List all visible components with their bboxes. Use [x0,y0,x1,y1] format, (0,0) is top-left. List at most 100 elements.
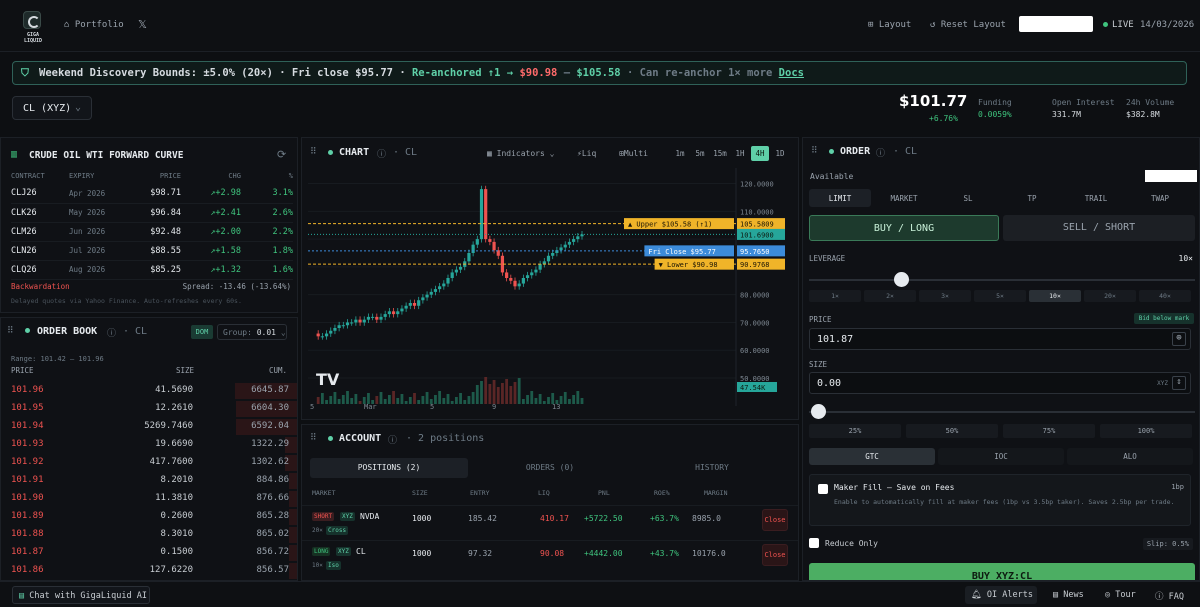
oi-alerts-button[interactable]: 🔔︎ OI Alerts [965,586,1037,604]
portfolio-link[interactable]: ⌂ Portfolio [64,20,124,30]
orderbook-row[interactable]: 101.86 127.6220 856.57 [1,562,297,580]
timeframe-4h[interactable]: 4H [751,146,769,161]
reset-layout-button[interactable]: ↺ Reset Layout [930,20,1006,30]
order-type-trail[interactable]: TRAIL [1065,189,1127,207]
orderbook-row[interactable]: 101.93 19.6690 1322.29 [1,436,297,454]
tif-ioc[interactable]: IOC [938,448,1064,465]
indicators-button[interactable]: ▦ Indicators ⌄ [487,149,554,158]
price-input[interactable]: 101.87 ⊕ [809,328,1191,350]
timeframe-1d[interactable]: 1D [771,146,789,161]
position-row[interactable]: LONG XYZ CL 10× Iso 1000 97.32 90.08 +4442.00 +43… [302,540,798,574]
position-row[interactable]: SHORT XYZ NVDA 20× Cross 1000 185.42 410.17 +572… [302,505,798,539]
order-type-twap[interactable]: TWAP [1129,189,1191,207]
leverage-option[interactable]: 3× [919,290,971,302]
maker-fill-checkbox[interactable] [818,484,828,494]
x-icon[interactable]: 𝕏 [138,18,147,31]
gigaliquid-logo[interactable] [23,11,41,29]
slippage-setting[interactable]: Slip: 0.5% [1142,538,1193,550]
date-label: 14/03/2026 [1140,20,1195,30]
tour-button[interactable]: ◎ Tour [1099,586,1136,604]
orderbook-row[interactable]: 101.90 11.3810 876.66 [1,490,297,508]
leverage-option[interactable]: 20× [1084,290,1136,302]
ai-chat-button[interactable]: ▤ Chat with GigaLiquid AI [12,586,150,604]
size-slider-thumb[interactable] [811,404,826,419]
leverage-value: 10× [1178,254,1193,263]
fri-close-value: 95.7650 [740,248,770,256]
orderbook-row[interactable]: 101.94 5269.7460 6592.04 [1,418,297,436]
leverage-slider-thumb[interactable] [894,272,909,287]
tab-orders[interactable]: ORDERS (0) [480,463,620,472]
tab-history[interactable]: HISTORY [642,463,782,472]
sell-short-button[interactable]: SELL / SHORT [1003,215,1195,241]
volume-bar [563,392,567,404]
news-button[interactable]: ▤ News [1047,586,1084,604]
leverage-slider-track[interactable] [809,279,1195,281]
tab-positions[interactable]: POSITIONS (2) [310,458,468,478]
side-badge: LONG [312,547,331,556]
order-type-tp[interactable]: TP [1001,189,1063,207]
orderbook-row[interactable]: 101.96 41.5690 6645.87 [1,382,297,400]
drag-handle-icon[interactable]: ⠿ [310,147,317,157]
price-chart[interactable]: 120.0000 110.0000 80.0000 70.0000 60.0000 50.… [302,168,798,420]
leverage-option[interactable]: 2× [864,290,916,302]
size-percent-option[interactable]: 75% [1003,424,1095,438]
tif-gtc[interactable]: GTC [809,448,935,465]
candle-body [567,241,572,245]
size-percent-option[interactable]: 50% [906,424,998,438]
leverage-option[interactable]: 1× [809,290,861,302]
order-type-market[interactable]: MARKET [873,189,935,207]
orderbook-row[interactable]: 101.92 417.7600 1302.62 [1,454,297,472]
volume-bar [367,393,370,404]
order-type-limit[interactable]: LIMIT [809,189,871,207]
leverage-option[interactable]: 5× [974,290,1026,302]
layout-button[interactable]: ⊞ Layout [868,20,911,30]
timeframe-15m[interactable]: 15m [711,146,729,161]
info-icon[interactable]: ⓘ [388,433,397,446]
maker-fill-title: Maker Fill — Save on Fees [834,483,955,492]
orderbook-row[interactable]: 101.88 8.3010 865.02 [1,526,297,544]
bid-below-mark-badge[interactable]: Bid below mark [1134,313,1194,324]
volume-bar [475,385,479,404]
crosshair-icon[interactable]: ⊕ [1172,332,1186,346]
leverage-option[interactable]: 40× [1139,290,1191,302]
info-icon[interactable]: ⓘ [876,146,885,159]
wallet-address[interactable] [1019,16,1093,32]
orderbook-row[interactable]: 101.95 12.2610 6604.30 [1,400,297,418]
ask-price: 101.95 [11,403,44,413]
close-position-button[interactable]: Close [762,509,788,531]
liq-button[interactable]: ⚡Liq [577,149,596,158]
drag-handle-icon[interactable]: ⠿ [310,433,317,443]
banner-text: Weekend Discovery Bounds: ±5.0% (20×) · … [39,67,412,79]
timeframe-1m[interactable]: 1m [671,146,689,161]
info-icon[interactable]: ⓘ [377,147,386,160]
timeframe-5m[interactable]: 5m [691,146,709,161]
orderbook-row[interactable]: 101.91 8.2010 884.86 [1,472,297,490]
faq-button[interactable]: ⓘ FAQ [1149,586,1184,604]
close-position-button[interactable]: Close [762,544,788,566]
drag-handle-icon[interactable]: ⠿ [7,326,14,336]
reduce-only-checkbox[interactable] [809,538,819,548]
buy-long-button[interactable]: BUY / LONG [809,215,999,241]
indicators-label: Indicators [496,149,545,158]
docs-link[interactable]: Docs [779,67,804,79]
leverage-option[interactable]: 10× [1029,290,1081,302]
drag-handle-icon[interactable]: ⠿ [811,146,818,156]
size-input[interactable]: 0.00 XYZ ⇕ [809,372,1191,394]
tif-alo[interactable]: ALO [1067,448,1193,465]
stepper-icon[interactable]: ⇕ [1172,376,1186,390]
size-percent-option[interactable]: 25% [809,424,901,438]
dom-toggle[interactable]: DOM [191,325,213,339]
info-icon[interactable]: ⓘ [107,326,116,339]
orderbook-row[interactable]: 101.87 0.1500 856.72 [1,544,297,562]
multi-button[interactable]: ⊞Multi [619,149,648,158]
market-selector[interactable]: CL (XYZ) ⌄ [12,96,92,120]
timeframe-1h[interactable]: 1H [731,146,749,161]
order-type-sl[interactable]: SL [937,189,999,207]
ask-cum: 6645.87 [251,385,289,395]
size-percent-option[interactable]: 100% [1100,424,1192,438]
submit-order-button[interactable]: BUY XYZ:CL [809,563,1195,580]
orderbook-row[interactable]: 101.89 0.2600 865.28 [1,508,297,526]
refresh-icon[interactable]: ⟳ [277,148,286,161]
group-selector[interactable]: Group: 0.01 ⌄ [217,324,287,340]
size-slider-track[interactable] [809,411,1195,413]
